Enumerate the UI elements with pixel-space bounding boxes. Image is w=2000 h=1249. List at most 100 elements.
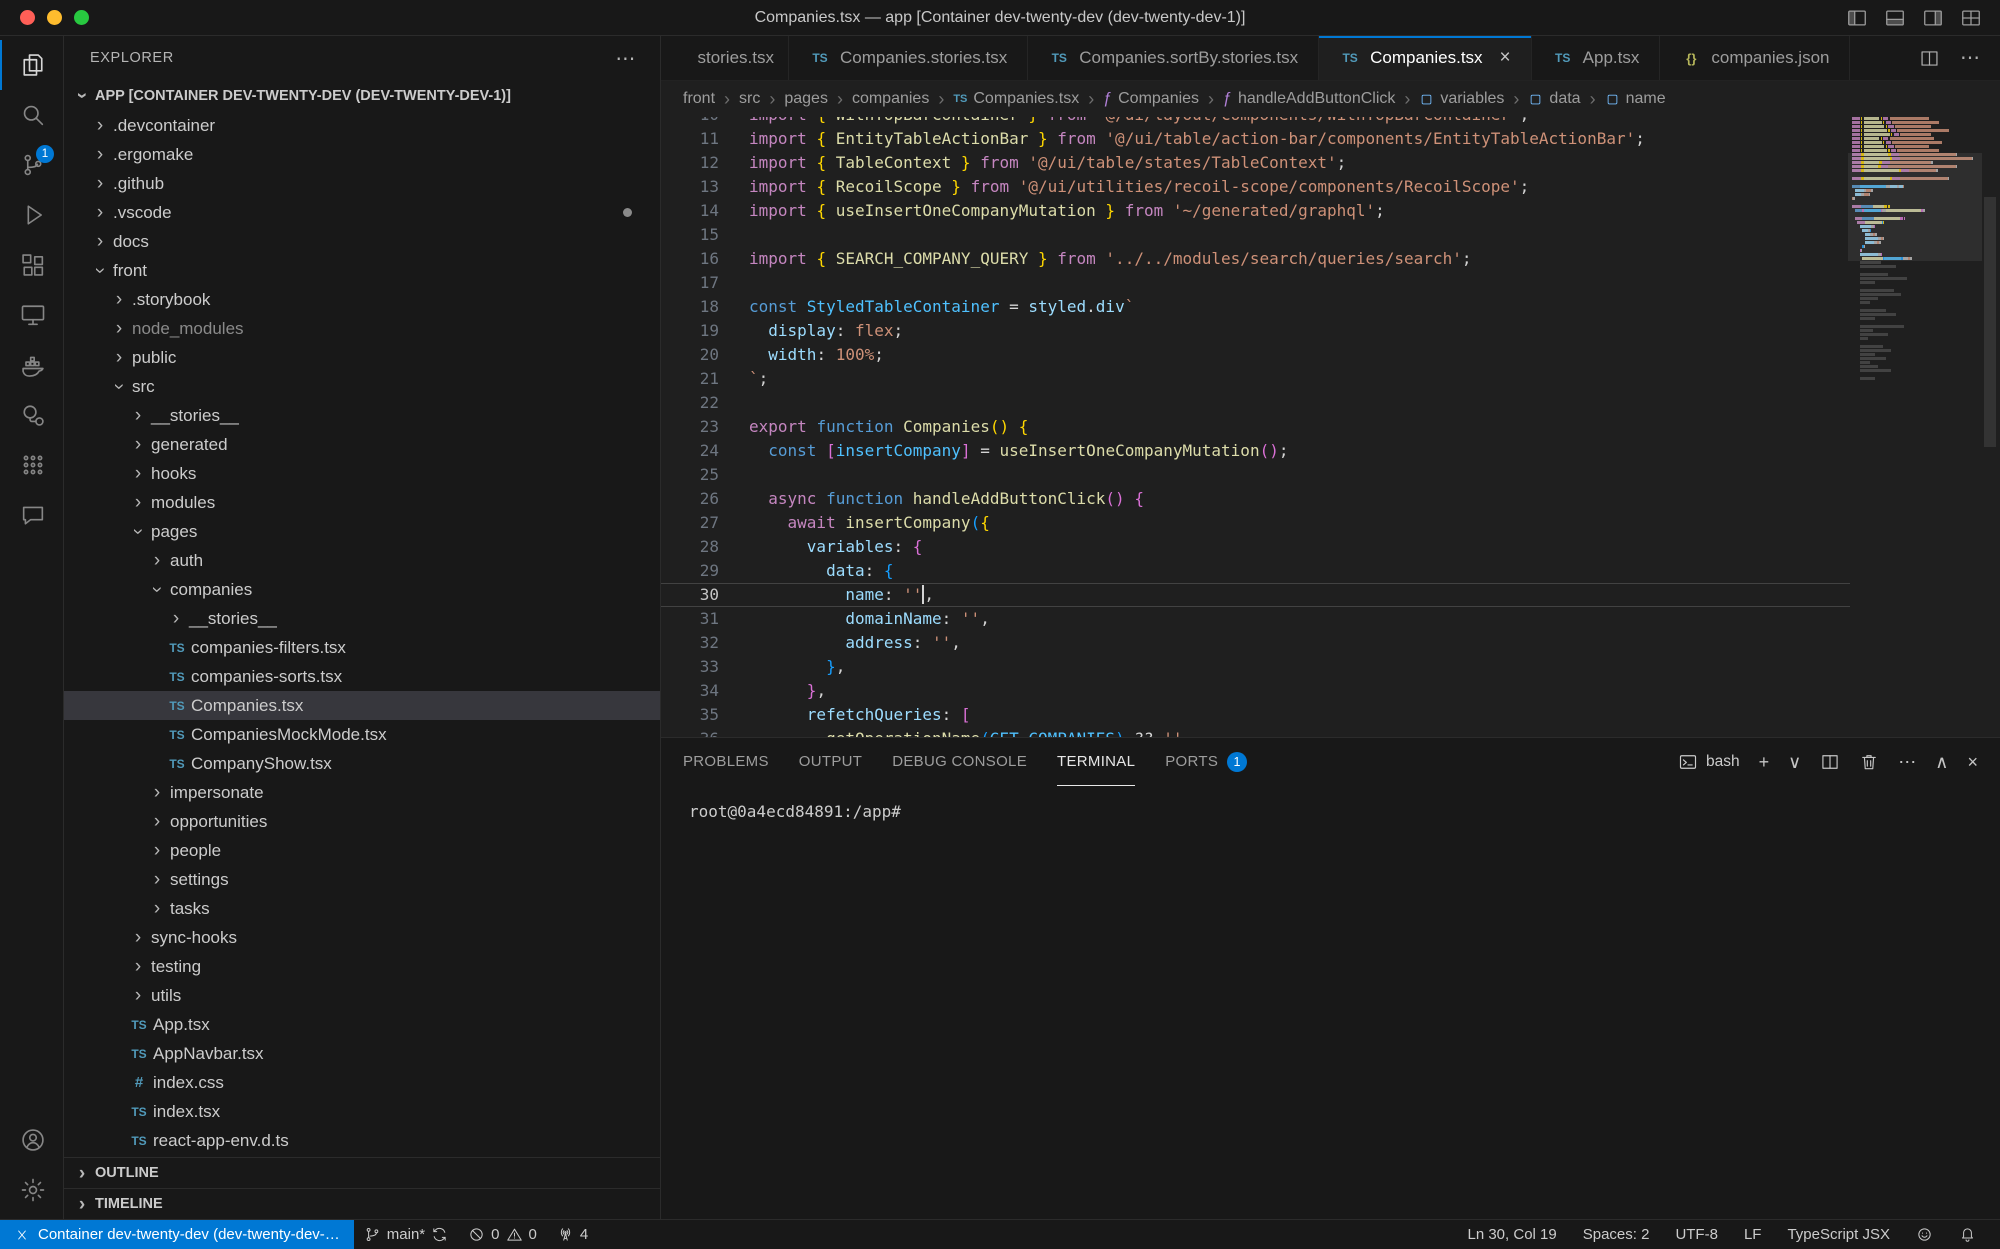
source-control-icon[interactable]: 1 <box>0 140 63 190</box>
tree-item[interactable]: ›.vscode <box>64 198 660 227</box>
maximize-panel-icon[interactable]: ∧ <box>1935 753 1948 771</box>
code-line[interactable]: 23export function Companies() { <box>661 415 1850 439</box>
minimize-window-button[interactable] <box>47 10 62 25</box>
editor-tab-companies-json[interactable]: {}companies.json <box>1660 36 1850 80</box>
settings-gear-icon[interactable] <box>0 1165 63 1215</box>
panel-tab-problems[interactable]: PROBLEMS <box>683 738 769 786</box>
breadcrumb-item[interactable]: src <box>739 90 760 108</box>
panel-tab-ports[interactable]: PORTS1 <box>1165 738 1247 786</box>
search-icon[interactable] <box>0 90 63 140</box>
editor-scrollbar[interactable] <box>1980 117 2000 737</box>
breadcrumb-item[interactable]: ƒCompanies <box>1103 90 1199 108</box>
code-line[interactable]: 19 display: flex; <box>661 319 1850 343</box>
more-actions-icon[interactable]: ⋯ <box>1960 48 1980 68</box>
layout-sidebar-left-icon[interactable] <box>1846 7 1868 29</box>
tree-item[interactable]: TSCompanies.tsx <box>64 691 660 720</box>
status-feedback[interactable] <box>1906 1220 1943 1249</box>
workspace-section-header[interactable]: › APP [CONTAINER DEV-TWENTY-DEV (DEV-TWE… <box>64 80 660 111</box>
code-line[interactable]: 26 async function handleAddButtonClick()… <box>661 487 1850 511</box>
breadcrumb-item[interactable]: companies <box>852 90 929 108</box>
tree-item[interactable]: ›auth <box>64 546 660 575</box>
tree-item[interactable]: ›utils <box>64 981 660 1010</box>
code-line[interactable]: 27 await insertCompany({ <box>661 511 1850 535</box>
code-line[interactable]: 24 const [insertCompany] = useInsertOneC… <box>661 439 1850 463</box>
breadcrumb-item[interactable]: name <box>1605 90 1666 108</box>
breadcrumb-item[interactable]: variables <box>1419 90 1504 108</box>
workflow-icon[interactable] <box>0 390 63 440</box>
code-line[interactable]: 33 }, <box>661 655 1850 679</box>
code-line[interactable]: 21`; <box>661 367 1850 391</box>
terminal[interactable]: root@0a4ecd84891:/app# <box>661 786 2000 1219</box>
outline-section-header[interactable]: ›OUTLINE <box>64 1157 660 1188</box>
tree-item[interactable]: ›people <box>64 836 660 865</box>
layout-sidebar-right-icon[interactable] <box>1922 7 1944 29</box>
tree-item[interactable]: TSApp.tsx <box>64 1010 660 1039</box>
minimap-slider[interactable] <box>1848 153 1982 261</box>
tree-item[interactable]: ›__stories__ <box>64 604 660 633</box>
panel-tab-debug-console[interactable]: DEBUG CONSOLE <box>892 738 1027 786</box>
code-line[interactable]: 18const StyledTableContainer = styled.di… <box>661 295 1850 319</box>
code-line[interactable]: 36 getOperationName(GET_COMPANIES) ?? ''… <box>661 727 1850 737</box>
tree-item[interactable]: ›opportunities <box>64 807 660 836</box>
tree-item[interactable]: ›docs <box>64 227 660 256</box>
close-icon[interactable]: × <box>1500 47 1511 69</box>
remote-indicator[interactable]: Container dev-twenty-dev (dev-twenty-dev… <box>0 1220 354 1249</box>
docker-icon[interactable] <box>0 340 63 390</box>
status-language-mode[interactable]: TypeScript JSX <box>1777 1220 1900 1249</box>
breadcrumb-item[interactable]: data <box>1528 90 1580 108</box>
editor-tab-companies-tsx[interactable]: TSCompanies.tsx× <box>1319 36 1532 80</box>
grid-icon[interactable] <box>0 440 63 490</box>
status-notifications[interactable] <box>1949 1220 1986 1249</box>
tree-item[interactable]: ›public <box>64 343 660 372</box>
scrollbar-thumb[interactable] <box>1984 197 1996 447</box>
split-editor-icon[interactable] <box>1919 48 1940 69</box>
branch-item[interactable]: main* <box>354 1220 458 1249</box>
editor-tab-stories-tsx[interactable]: stories.tsx <box>661 36 789 80</box>
tree-item[interactable]: ›companies <box>64 575 660 604</box>
run-debug-icon[interactable] <box>0 190 63 240</box>
code-line[interactable]: 22 <box>661 391 1850 415</box>
problems-item[interactable]: 00 <box>458 1220 547 1249</box>
tree-item[interactable]: #index.css <box>64 1068 660 1097</box>
tree-item[interactable]: ›generated <box>64 430 660 459</box>
code-line[interactable]: 16import { SEARCH_COMPANY_QUERY } from '… <box>661 247 1850 271</box>
panel-tab-terminal[interactable]: TERMINAL <box>1057 738 1135 786</box>
minimap[interactable] <box>1852 117 1978 737</box>
customize-layout-icon[interactable] <box>1960 7 1982 29</box>
tree-item[interactable]: TSreact-app-env.d.ts <box>64 1126 660 1155</box>
breadcrumb-item[interactable]: pages <box>784 90 828 108</box>
tree-item[interactable]: ›tasks <box>64 894 660 923</box>
tree-item[interactable]: TSAppNavbar.tsx <box>64 1039 660 1068</box>
tree-item[interactable]: ›__stories__ <box>64 401 660 430</box>
code-line[interactable]: 17 <box>661 271 1850 295</box>
chat-icon[interactable] <box>0 490 63 540</box>
editor-tab-app-tsx[interactable]: TSApp.tsx <box>1532 36 1661 80</box>
tree-item[interactable]: ›src <box>64 372 660 401</box>
tree-item[interactable]: ›front <box>64 256 660 285</box>
zoom-window-button[interactable] <box>74 10 89 25</box>
tree-item[interactable]: ›sync-hooks <box>64 923 660 952</box>
tree-item[interactable]: ›.devcontainer <box>64 111 660 140</box>
explorer-icon[interactable] <box>0 40 63 90</box>
close-panel-icon[interactable]: × <box>1967 753 1978 771</box>
ports-item[interactable]: 4 <box>547 1220 598 1249</box>
panel-tab-output[interactable]: OUTPUT <box>799 738 862 786</box>
close-window-button[interactable] <box>20 10 35 25</box>
tree-item[interactable]: TSCompaniesMockMode.tsx <box>64 720 660 749</box>
editor-tab-companies-sortby-stories-tsx[interactable]: TSCompanies.sortBy.stories.tsx <box>1028 36 1319 80</box>
more-actions-icon[interactable]: ⋯ <box>615 46 636 71</box>
extensions-icon[interactable] <box>0 240 63 290</box>
code-line[interactable]: 25 <box>661 463 1850 487</box>
code-line[interactable]: 15 <box>661 223 1850 247</box>
status-eol[interactable]: LF <box>1734 1220 1772 1249</box>
breadcrumb-item[interactable]: TSCompanies.tsx <box>953 90 1079 108</box>
layout-panel-icon[interactable] <box>1884 7 1906 29</box>
tree-item[interactable]: ›modules <box>64 488 660 517</box>
code-line[interactable]: 10import { WithTopBarContainer } from '@… <box>661 117 1850 127</box>
kill-terminal-icon[interactable] <box>1859 752 1879 772</box>
code-line[interactable]: 31 domainName: '', <box>661 607 1850 631</box>
tree-item[interactable]: ›impersonate <box>64 778 660 807</box>
status-indentation[interactable]: Spaces: 2 <box>1573 1220 1660 1249</box>
code-line[interactable]: 12import { TableContext } from '@/ui/tab… <box>661 151 1850 175</box>
tree-item[interactable]: ›.storybook <box>64 285 660 314</box>
